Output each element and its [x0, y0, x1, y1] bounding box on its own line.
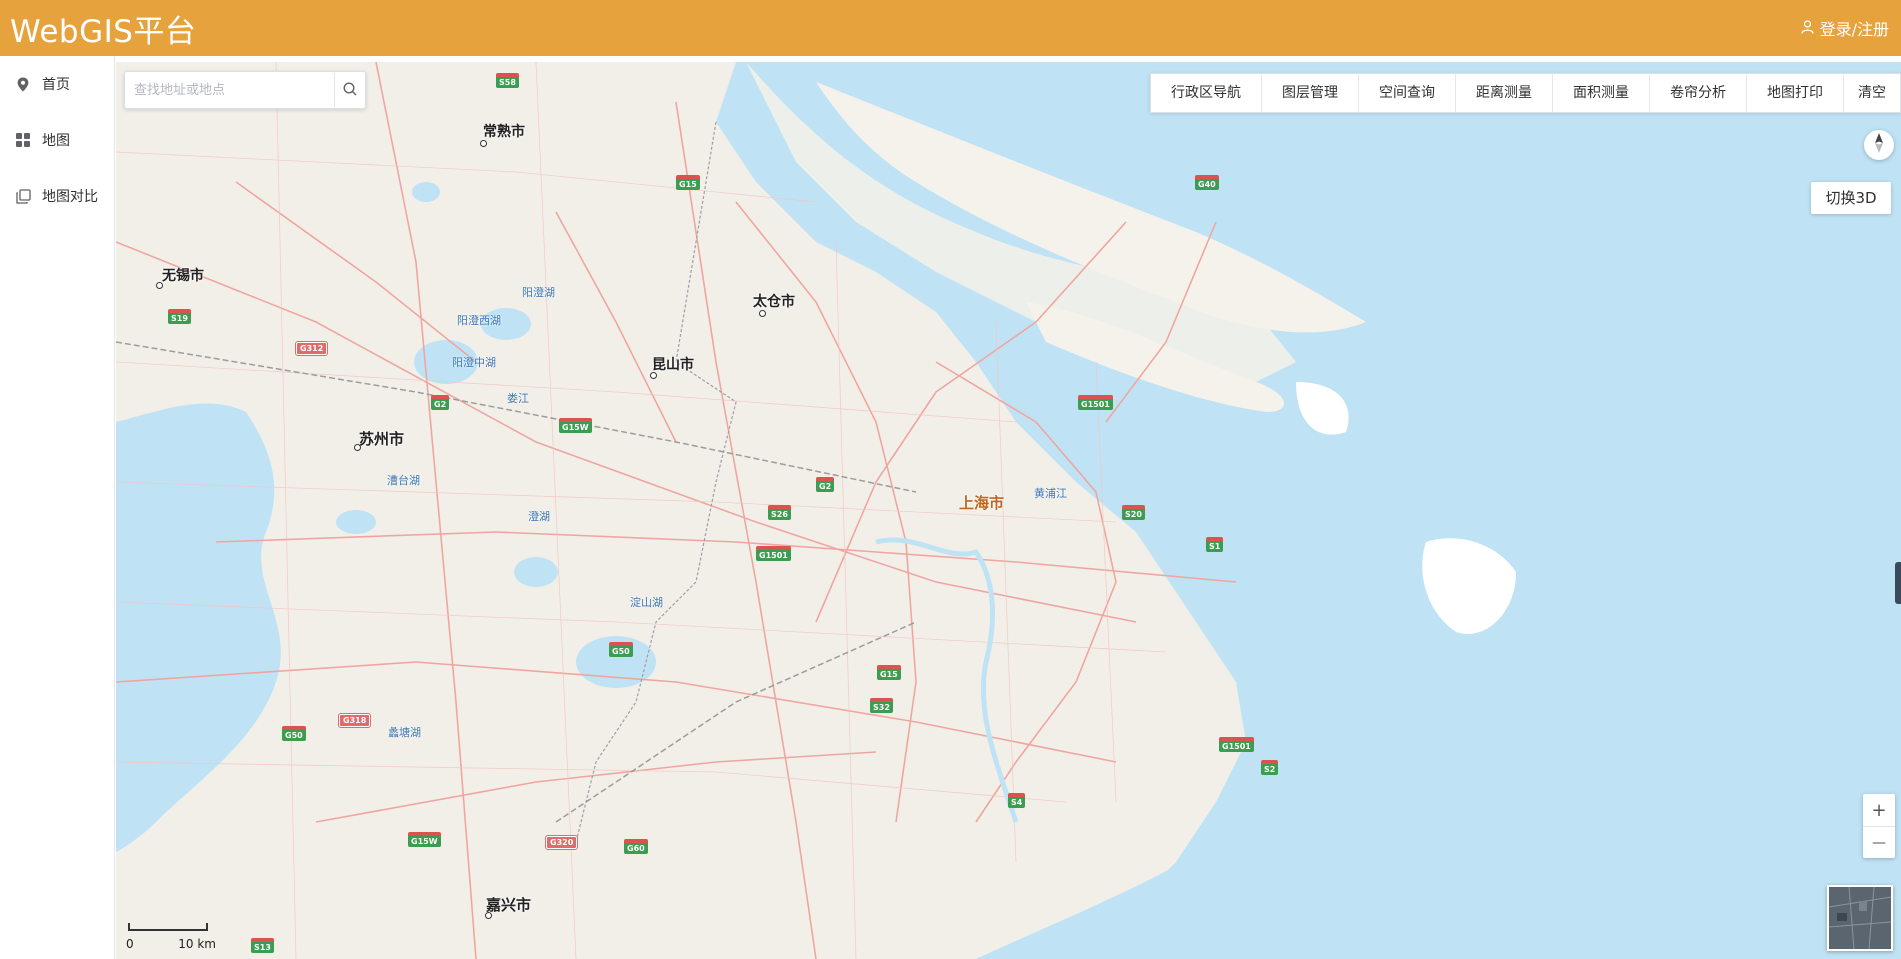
water-label: 阳澄中湖	[452, 356, 496, 369]
scale-start-label: 0	[126, 937, 134, 951]
city-label: 上海市	[959, 494, 1005, 512]
tool-map-print[interactable]: 地图打印	[1747, 74, 1844, 112]
highway-shield: G50	[609, 642, 633, 657]
highway-shield: G15W	[408, 832, 441, 847]
highway-shield: S19	[168, 309, 191, 324]
city-label: 太仓市	[753, 294, 795, 310]
search-button[interactable]	[334, 73, 365, 107]
basemap	[116, 62, 1901, 959]
satellite-thumbnail-icon	[1828, 886, 1892, 950]
highway-shield: G318	[337, 713, 372, 728]
compass-button[interactable]	[1864, 130, 1894, 160]
sidebar-item-label: 地图对比	[42, 189, 98, 205]
highway-shield: G1501	[756, 546, 791, 561]
highway-shield: G15	[676, 175, 700, 190]
plus-icon: +	[1871, 799, 1887, 821]
tool-district-navigation[interactable]: 行政区导航	[1151, 74, 1262, 112]
scale-bar: 0 10 km	[126, 923, 216, 951]
compass-icon	[1874, 133, 1884, 157]
city-label: 嘉兴市	[486, 896, 532, 914]
scale-bar-line	[128, 923, 208, 931]
sidebar-item-home[interactable]: 首页	[0, 56, 114, 112]
search-input[interactable]	[125, 74, 334, 106]
tool-clear[interactable]: 清空	[1844, 74, 1900, 112]
sidebar: 首页 地图 地图对比	[0, 56, 115, 959]
zoom-control: + —	[1863, 794, 1895, 858]
map-canvas[interactable]: 常熟市 无锡市 太仓市 昆山市 苏州市 上海市 嘉兴市 阳澄湖 阳澄西湖 阳澄中…	[116, 62, 1901, 959]
city-label: 无锡市	[162, 268, 204, 284]
login-register-link[interactable]: 登录/注册	[1800, 16, 1889, 40]
tool-layer-management[interactable]: 图层管理	[1262, 74, 1359, 112]
tool-swipe-analysis[interactable]: 卷帘分析	[1650, 74, 1747, 112]
highway-shield: S4	[1008, 793, 1026, 808]
water-label: 黄浦江	[1034, 487, 1067, 500]
scale-end-label: 10 km	[178, 937, 216, 951]
sidebar-item-map-compare[interactable]: 地图对比	[0, 168, 114, 224]
highway-shield: G312	[294, 341, 329, 356]
city-dot	[759, 310, 766, 317]
highway-shield: S2	[1261, 760, 1279, 775]
login-label: 登录/注册	[1819, 20, 1889, 39]
water-label: 漕台湖	[387, 474, 420, 487]
sidebar-item-map[interactable]: 地图	[0, 112, 114, 168]
city-dot	[650, 372, 657, 379]
highway-shield: G50	[282, 726, 306, 741]
highway-shield: S32	[870, 698, 893, 713]
user-icon	[1800, 19, 1814, 38]
highway-shield: G320	[544, 835, 579, 850]
map-toolbar: 行政区导航 图层管理 空间查询 距离测量 面积测量 卷帘分析 地图打印 清空	[1150, 73, 1901, 113]
app-title: WebGIS平台	[10, 13, 197, 50]
highway-shield: S1	[1206, 537, 1224, 552]
highway-shield: S58	[496, 73, 519, 88]
highway-shield: G2	[816, 477, 835, 492]
water-label: 澄湖	[528, 510, 550, 523]
highway-shield: G15	[877, 665, 901, 680]
city-dot	[156, 282, 163, 289]
top-header: WebGIS平台 登录/注册	[0, 0, 1901, 56]
water-label: 阳澄西湖	[457, 314, 501, 327]
city-dot	[354, 444, 361, 451]
city-label: 常熟市	[483, 124, 525, 140]
switch-3d-button[interactable]: 切换3D	[1811, 182, 1891, 214]
location-pin-icon	[14, 75, 32, 93]
zoom-out-button[interactable]: —	[1863, 827, 1895, 859]
zoom-in-button[interactable]: +	[1863, 794, 1895, 827]
basemap-switcher-thumbnail[interactable]	[1827, 885, 1893, 951]
highway-shield: G40	[1195, 175, 1219, 190]
search-box	[124, 71, 366, 109]
highway-shield: S13	[251, 938, 274, 953]
grid-icon	[14, 131, 32, 149]
sidebar-item-label: 首页	[42, 77, 70, 93]
water-label: 阳澄湖	[522, 286, 555, 299]
highway-shield: G60	[624, 839, 648, 854]
minus-icon: —	[1872, 835, 1886, 851]
copy-layers-icon	[14, 187, 32, 205]
highway-shield: G1501	[1219, 737, 1254, 752]
highway-shield: S26	[768, 505, 791, 520]
tool-distance-measure[interactable]: 距离测量	[1456, 74, 1553, 112]
city-label: 苏州市	[359, 430, 405, 448]
tool-area-measure[interactable]: 面积测量	[1553, 74, 1650, 112]
water-label: 蠡塘湖	[388, 726, 421, 739]
highway-shield: G2	[431, 395, 450, 410]
city-dot	[485, 912, 492, 919]
city-dot	[480, 140, 487, 147]
tool-spatial-query[interactable]: 空间查询	[1359, 74, 1456, 112]
search-icon	[343, 81, 357, 100]
water-label: 淀山湖	[630, 596, 663, 609]
highway-shield: G15W	[559, 418, 592, 433]
water-label: 娄江	[507, 392, 529, 405]
highway-shield: S20	[1122, 505, 1145, 520]
side-panel-handle[interactable]	[1895, 562, 1901, 604]
sidebar-item-label: 地图	[42, 133, 70, 149]
highway-shield: G1501	[1078, 395, 1113, 410]
city-label: 昆山市	[652, 357, 694, 373]
